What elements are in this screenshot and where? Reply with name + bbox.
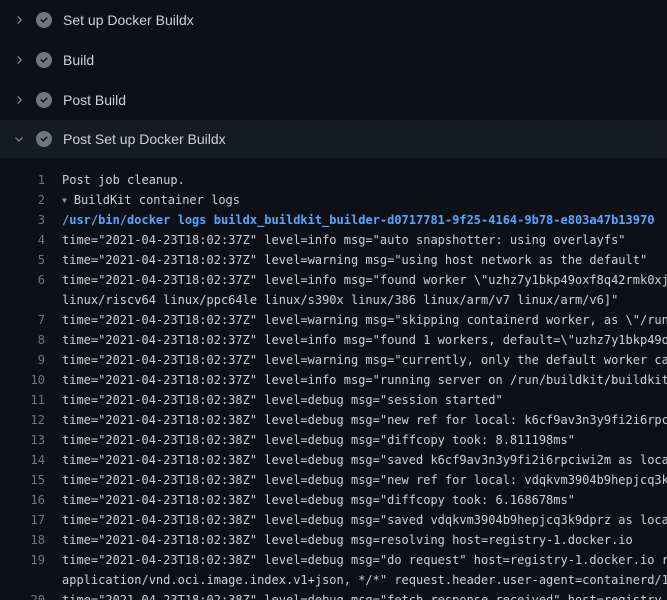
log-lines: 1 Post job cleanup. 2 ▼ BuildKit container l… <box>0 158 667 600</box>
log-line-number[interactable]: 10 <box>0 370 45 390</box>
log-line-number[interactable]: 11 <box>0 390 45 410</box>
log-line-number[interactable]: 12 <box>0 410 45 430</box>
log-line-number[interactable]: 4 <box>0 230 45 250</box>
log-line-number[interactable]: 9 <box>0 350 45 370</box>
log-line-text: time="2021-04-23T18:02:38Z" level=debug … <box>62 590 662 600</box>
chevron-down-icon <box>12 133 26 145</box>
log-line-number[interactable]: 2 <box>0 190 45 210</box>
log-line-number[interactable]: 8 <box>0 330 45 350</box>
log-line-continuation: application/vnd.oci.image.index.v1+json,… <box>0 570 667 590</box>
log-line: 13 time="2021-04-23T18:02:38Z" level=debu… <box>0 430 667 450</box>
group-toggle-icon[interactable]: ▼ <box>62 191 67 210</box>
step-section-post-build[interactable]: Post Build <box>0 80 667 120</box>
log-line-text: time="2021-04-23T18:02:38Z" level=debug … <box>62 470 667 490</box>
log-line-number[interactable]: 3 <box>0 210 45 230</box>
log-line: 3/usr/bin/docker logs buildx_buildkit_bu… <box>0 210 667 230</box>
log-line-number[interactable]: 15 <box>0 470 45 490</box>
log-line-number[interactable]: 18 <box>0 530 45 550</box>
log-line-text: application/vnd.oci.image.index.v1+json,… <box>62 570 667 590</box>
log-line: 6 time="2021-04-23T18:02:37Z" level=info … <box>0 270 667 290</box>
log-line-text: time="2021-04-23T18:02:37Z" level=info m… <box>62 330 667 350</box>
step-label: Set up Docker Buildx <box>63 12 194 28</box>
log-line-text: time="2021-04-23T18:02:38Z" level=debug … <box>62 550 667 570</box>
log-group-header[interactable]: ▼ BuildKit container logs <box>62 190 240 210</box>
log-line-number[interactable]: 13 <box>0 430 45 450</box>
check-circle-icon <box>36 92 52 108</box>
log-line-text: time="2021-04-23T18:02:37Z" level=warnin… <box>62 310 667 330</box>
log-line-text: time="2021-04-23T18:02:37Z" level=info m… <box>62 230 626 250</box>
step-label: Post Build <box>63 92 126 108</box>
log-line: 9 time="2021-04-23T18:02:37Z" level=warni… <box>0 350 667 370</box>
check-circle-icon <box>36 12 52 28</box>
log-line: 20 time="2021-04-23T18:02:38Z" level=debu… <box>0 590 667 600</box>
log-line-text: time="2021-04-23T18:02:38Z" level=debug … <box>62 430 575 450</box>
log-line-text: time="2021-04-23T18:02:38Z" level=debug … <box>62 490 575 510</box>
log-line-number[interactable]: 16 <box>0 490 45 510</box>
log-line-number[interactable]: 14 <box>0 450 45 470</box>
log-line-continuation: linux/riscv64 linux/ppc64le linux/s390x … <box>0 290 667 310</box>
log-line: 11 time="2021-04-23T18:02:38Z" level=debu… <box>0 390 667 410</box>
log-line-number[interactable]: 7 <box>0 310 45 330</box>
log-line-number <box>0 290 45 310</box>
log-line-text: time="2021-04-23T18:02:38Z" level=debug … <box>62 390 503 410</box>
log-line: 10 time="2021-04-23T18:02:37Z" level=info… <box>0 370 667 390</box>
log-line-number <box>0 570 45 590</box>
log-line-text: time="2021-04-23T18:02:38Z" level=debug … <box>62 530 633 550</box>
log-line-text: time="2021-04-23T18:02:38Z" level=debug … <box>62 410 667 430</box>
log-line: 19 time="2021-04-23T18:02:38Z" level=debu… <box>0 550 667 570</box>
log-line: 5 time="2021-04-23T18:02:37Z" level=warni… <box>0 250 667 270</box>
log-line-number[interactable]: 20 <box>0 590 45 600</box>
log-line-text: linux/riscv64 linux/ppc64le linux/s390x … <box>62 290 618 310</box>
log-line: 18 time="2021-04-23T18:02:38Z" level=debu… <box>0 530 667 550</box>
log-line: 2 ▼ BuildKit container logs <box>0 190 667 210</box>
chevron-right-icon <box>12 14 26 26</box>
log-line-text: time="2021-04-23T18:02:37Z" level=warnin… <box>62 350 667 370</box>
log-line: 12 time="2021-04-23T18:02:38Z" level=debu… <box>0 410 667 430</box>
log-line: 7 time="2021-04-23T18:02:37Z" level=warni… <box>0 310 667 330</box>
check-circle-icon <box>36 131 52 147</box>
step-section-post-set-up-docker-buildx[interactable]: Post Set up Docker Buildx <box>0 120 667 158</box>
log-line: 16 time="2021-04-23T18:02:38Z" level=debu… <box>0 490 667 510</box>
chevron-right-icon <box>12 54 26 66</box>
chevron-right-icon <box>12 94 26 106</box>
step-section-build[interactable]: Build <box>0 40 667 80</box>
log-line-text: time="2021-04-23T18:02:38Z" level=debug … <box>62 510 667 530</box>
step-section-set-up-docker-buildx[interactable]: Set up Docker Buildx <box>0 0 667 40</box>
check-circle-icon <box>36 52 52 68</box>
steps-list: Set up Docker Buildx Build Post Build Post … <box>0 0 667 158</box>
log-line: 8 time="2021-04-23T18:02:37Z" level=info … <box>0 330 667 350</box>
log-line-text: time="2021-04-23T18:02:37Z" level=info m… <box>62 370 667 390</box>
log-line-number[interactable]: 1 <box>0 170 45 190</box>
log-line: 4 time="2021-04-23T18:02:37Z" level=info … <box>0 230 667 250</box>
log-line-number[interactable]: 6 <box>0 270 45 290</box>
log-line: 1 Post job cleanup. <box>0 170 667 190</box>
group-label: BuildKit container logs <box>74 193 240 207</box>
log-line: 15 time="2021-04-23T18:02:38Z" level=debu… <box>0 470 667 490</box>
step-label: Post Set up Docker Buildx <box>63 131 226 147</box>
log-command-text: /usr/bin/docker logs buildx_buildkit_bui… <box>62 210 654 230</box>
log-line: 14 time="2021-04-23T18:02:38Z" level=debu… <box>0 450 667 470</box>
log-line-text: time="2021-04-23T18:02:37Z" level=info m… <box>62 270 667 290</box>
step-label: Build <box>63 52 94 68</box>
log-line-text: time="2021-04-23T18:02:38Z" level=debug … <box>62 450 667 470</box>
log-line-text: time="2021-04-23T18:02:37Z" level=warnin… <box>62 250 647 270</box>
log-line-text: Post job cleanup. <box>62 170 185 190</box>
log-line-number[interactable]: 17 <box>0 510 45 530</box>
log-line-number[interactable]: 19 <box>0 550 45 570</box>
log-line-number[interactable]: 5 <box>0 250 45 270</box>
log-line: 17 time="2021-04-23T18:02:38Z" level=debu… <box>0 510 667 530</box>
workflow-log-panel: Set up Docker Buildx Build Post Build Post … <box>0 0 667 600</box>
